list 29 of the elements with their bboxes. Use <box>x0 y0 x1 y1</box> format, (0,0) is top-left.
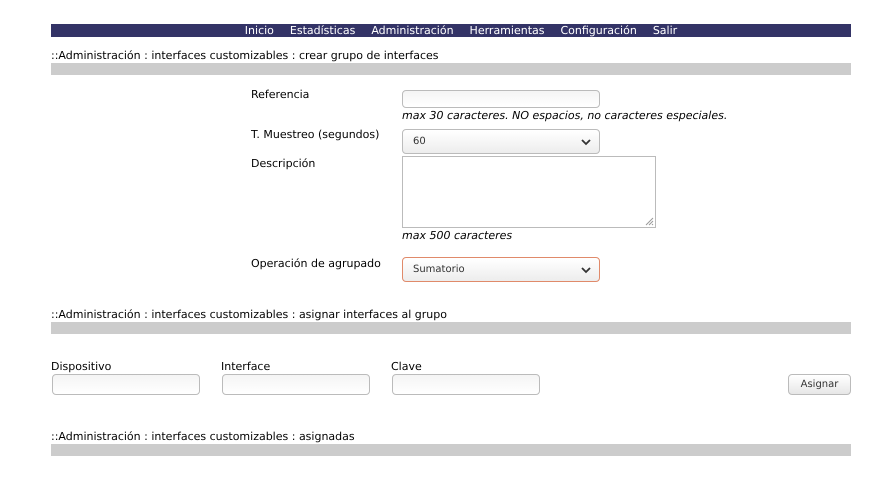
field-label: Interface <box>221 360 272 374</box>
field-label: T. Muestreo (segundos) <box>251 128 380 143</box>
nav-link[interactable]: Salir <box>652 24 678 37</box>
chevron-down-icon <box>581 139 591 146</box>
input-field[interactable] <box>52 374 200 395</box>
nav-link[interactable]: Configuración <box>560 24 637 37</box>
nav-link[interactable]: Inicio <box>244 24 274 37</box>
section-title: ::Administración : interfaces customizables : asignadas <box>51 430 356 444</box>
nav-link[interactable]: Herramientas <box>470 24 544 37</box>
chevron-down-icon <box>581 267 591 274</box>
nav-link[interactable]: Administración <box>371 24 454 37</box>
select-field[interactable]: Sumatorio <box>402 257 600 282</box>
section-title: ::Administración : interfaces customizables : asignar interfaces al grupo <box>51 308 448 322</box>
field-label: Dispositivo <box>51 360 112 374</box>
text-area[interactable] <box>402 156 656 228</box>
nav-link[interactable]: Estadísticas <box>290 24 356 37</box>
select-field[interactable]: 60 <box>402 129 600 154</box>
assign-button[interactable]: Asignar <box>788 374 851 395</box>
field-label: Operación de agrupado <box>251 257 382 272</box>
field-hint: max 500 caracteres <box>402 229 514 243</box>
input-field[interactable] <box>392 374 540 395</box>
field-hint: max 30 caracteres. NO espacios, no caracteres especiales. <box>402 109 728 123</box>
section-title: ::Administración : interfaces customizables : crear grupo de interfaces <box>51 49 440 63</box>
field-label: Descripción <box>251 157 316 172</box>
field-label: Clave <box>391 360 423 374</box>
input-field[interactable] <box>222 374 370 395</box>
input-field[interactable] <box>402 90 600 108</box>
field-label: Referencia <box>251 88 310 103</box>
resize-handle-icon <box>645 217 654 226</box>
